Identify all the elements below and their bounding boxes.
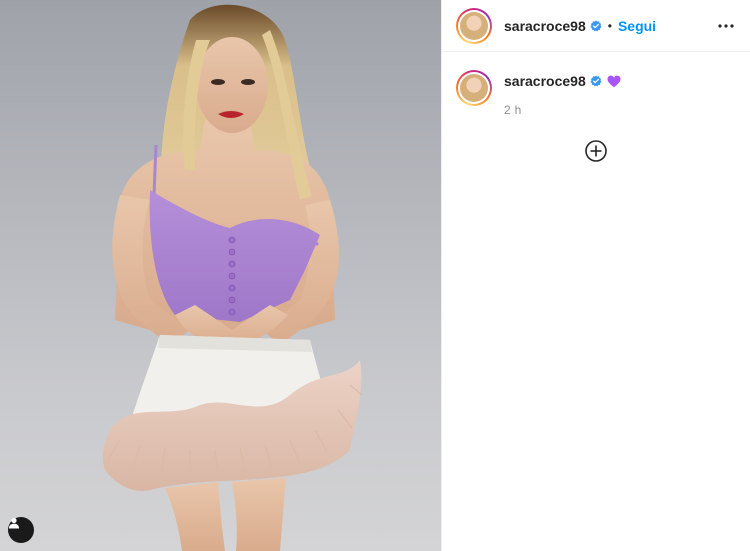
post-photo: [102, 4, 363, 551]
circle-plus-icon: [585, 140, 607, 162]
author-avatar[interactable]: [456, 7, 492, 44]
user-tag-button[interactable]: [8, 517, 34, 543]
load-more-comments-button[interactable]: [584, 139, 608, 163]
header-separator: •: [607, 18, 612, 33]
caption-verified-badge-icon: [590, 75, 602, 87]
caption-username[interactable]: saracroce98: [504, 73, 586, 89]
post-sidebar: saracroce98 • Segui saracroce98 2 h: [441, 0, 750, 551]
post-container: saracroce98 • Segui saracroce98 2 h: [0, 0, 750, 551]
post-caption: saracroce98 2 h: [442, 52, 750, 117]
user-tag-icon: [9, 517, 19, 529]
more-horizontal-icon: [718, 23, 734, 28]
author-username[interactable]: saracroce98: [504, 18, 586, 34]
avatar-image: [460, 11, 488, 40]
purple-heart-icon: [607, 75, 621, 88]
post-timestamp[interactable]: 2 h: [504, 103, 621, 117]
verified-badge-icon: [590, 20, 602, 32]
post-media[interactable]: [0, 0, 441, 551]
caption-avatar-image: [460, 74, 488, 102]
follow-button[interactable]: Segui: [618, 18, 656, 34]
post-header: saracroce98 • Segui: [442, 0, 750, 52]
caption-avatar[interactable]: [456, 70, 492, 106]
more-options-button[interactable]: [714, 14, 738, 38]
